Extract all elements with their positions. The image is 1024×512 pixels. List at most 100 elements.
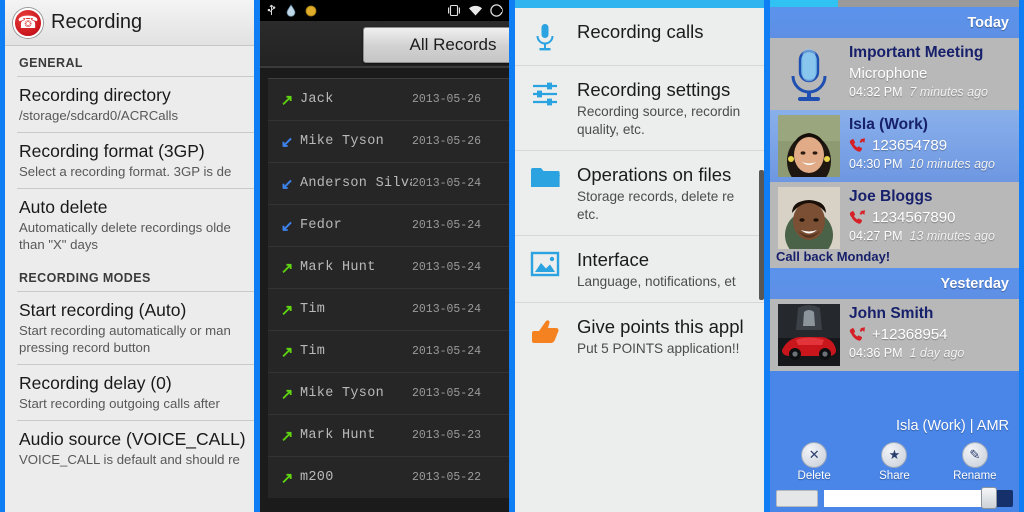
delete-label: Delete — [797, 470, 831, 482]
panel-records-dark: All Records ↗ Jack 2013-05-26 ↙ Mike Tys… — [260, 0, 509, 512]
call-out-icon: ↗ — [280, 301, 294, 319]
call-source: Microphone — [849, 63, 988, 84]
list-item[interactable]: Isla (Work) 123654789 04:30 PM 10 minute… — [770, 110, 1019, 182]
menu-item-title: Operations on files — [577, 164, 732, 185]
record-date: 2013-05-24 — [412, 219, 482, 232]
call-out-icon: ↗ — [280, 427, 294, 445]
menu-item-recording-settings[interactable]: Recording settings Recording source, rec… — [515, 65, 764, 150]
now-playing-label: Isla (Work) | AMR — [895, 418, 1009, 434]
pref-summary: Start recording outgoing calls after — [19, 396, 220, 411]
pref-recording-format[interactable]: Recording format (3GP) Select a recordin… — [5, 133, 254, 188]
pref-summary: Select a recording format. 3GP is de — [19, 164, 232, 179]
call-relative-time: 7 minutes ago — [909, 85, 988, 99]
menu-item-summary: Put 5 POINTS application!! — [577, 341, 740, 356]
section-header-recording-modes: RECORDING MODES — [19, 271, 151, 285]
pref-summary: /storage/sdcard0/ACRCalls — [19, 108, 179, 123]
microphone-avatar — [778, 43, 840, 105]
table-row[interactable]: ↗ Jack 2013-05-26 — [268, 78, 509, 120]
car-photo — [778, 304, 840, 366]
call-out-icon: ↗ — [280, 343, 294, 361]
pref-auto-delete[interactable]: Auto delete Automatically delete recordi… — [5, 189, 254, 261]
record-date: 2013-05-26 — [412, 135, 482, 148]
call-out-icon: ↗ — [280, 469, 294, 487]
call-relative-time: 10 minutes ago — [909, 157, 995, 171]
menu-item-title: Interface — [577, 249, 649, 270]
share-button[interactable]: ★ Share — [859, 442, 929, 482]
table-row[interactable]: ↗ Mark Hunt 2013-05-23 — [268, 414, 509, 456]
call-clock: 04:27 PM — [849, 229, 903, 243]
table-row[interactable]: ↙ Fedor 2013-05-24 — [268, 204, 509, 246]
menu-item-interface[interactable]: Interface Language, notifications, et — [515, 235, 764, 302]
call-name: John Smith — [849, 305, 934, 322]
call-clock: 04:36 PM — [849, 346, 903, 360]
man-photo — [778, 187, 840, 249]
call-clock: 04:30 PM — [849, 157, 903, 171]
table-row[interactable]: ↗ Mike Tyson 2013-05-24 — [268, 372, 509, 414]
seek-knob[interactable] — [980, 487, 997, 509]
call-time: 04:36 PM 1 day ago — [849, 345, 964, 362]
call-info: Important Meeting Microphone 04:32 PM 7 … — [849, 43, 988, 105]
scrollbar-thumb[interactable] — [759, 170, 764, 300]
seek-slider[interactable] — [824, 487, 1013, 509]
menu-item-summary: Storage records, delete re — [577, 189, 735, 204]
menu-item-recording-calls[interactable]: Recording calls — [515, 8, 764, 65]
battery-icon — [490, 4, 503, 17]
list-item[interactable]: Important Meeting Microphone 04:32 PM 7 … — [770, 38, 1019, 110]
pref-audio-source[interactable]: Audio source (VOICE_CALL) VOICE_CALL is … — [5, 421, 254, 476]
table-row[interactable]: ↙ Anderson Silva 2013-05-24 — [268, 162, 509, 204]
pref-title: Start recording (Auto) — [19, 300, 187, 320]
record-name: Anderson Silva — [300, 176, 412, 191]
record-name: Mike Tyson — [300, 386, 385, 401]
call-number-row: 123654789 — [849, 135, 995, 156]
menu-item-give-points[interactable]: Give points this appl Put 5 POINTS appli… — [515, 302, 764, 369]
section-header-general: GENERAL — [19, 56, 83, 70]
call-number-row: 1234567890 — [849, 207, 995, 228]
table-row[interactable]: ↗ Tim 2013-05-24 — [268, 330, 509, 372]
pref-recording-delay[interactable]: Recording delay (0) Start recording outg… — [5, 365, 254, 420]
player-seek-area — [770, 486, 1019, 512]
records-action-bar: All Records — [260, 21, 509, 68]
table-row[interactable]: ↗ Mark Hunt 2013-05-24 — [268, 246, 509, 288]
record-date: 2013-05-23 — [412, 429, 482, 442]
list-item[interactable]: John Smith +12368954 04:36 PM 1 day ago — [770, 299, 1019, 371]
incoming-call-icon — [849, 327, 866, 342]
tab-all-records[interactable]: All Records — [363, 27, 509, 63]
record-name: Tim — [300, 344, 326, 359]
menu-item-operations-on-files[interactable]: Operations on files Storage records, del… — [515, 150, 764, 235]
pref-summary: Automatically delete recordings olde — [19, 220, 231, 235]
call-note-wrap: Call back Monday! — [770, 249, 1019, 268]
seek-fill — [824, 490, 987, 507]
call-clock: 04:32 PM — [849, 85, 903, 99]
progress-fill — [770, 0, 838, 7]
table-row[interactable]: ↙ Mike Tyson 2013-05-26 — [268, 120, 509, 162]
pref-summary: VOICE_CALL is default and should re — [19, 452, 240, 467]
incoming-call-icon — [849, 210, 866, 225]
call-time: 04:27 PM 13 minutes ago — [849, 228, 995, 245]
menu-item-summary: Recording source, recordin — [577, 104, 741, 119]
table-row[interactable]: ↗ m200 2013-05-22 — [268, 456, 509, 498]
record-date: 2013-05-24 — [412, 261, 482, 274]
call-relative-time: 13 minutes ago — [909, 229, 995, 243]
close-icon: ✕ — [801, 442, 828, 468]
record-name: Mike Tyson — [300, 134, 385, 149]
vibrate-icon — [447, 4, 461, 17]
rename-button[interactable]: ✎ Rename — [940, 442, 1010, 482]
app-titlebar: Recording — [5, 0, 254, 46]
pref-start-recording[interactable]: Start recording (Auto) Start recording a… — [5, 292, 254, 364]
rename-icon: ✎ — [961, 442, 988, 468]
call-source-text: Microphone — [849, 65, 928, 82]
play-pause-button[interactable] — [776, 490, 818, 507]
panel-call-list-blue: Today Important Meeting Microphone 04:32… — [770, 0, 1019, 512]
list-item[interactable]: Joe Bloggs 1234567890 04:27 PM 13 minute… — [770, 182, 1019, 249]
date-header-today: Today — [770, 7, 1019, 38]
menu-item-text: Interface Language, notifications, et — [577, 248, 736, 290]
panel-main-menu: Recording calls Recording settings Recor… — [515, 0, 764, 512]
call-info: Isla (Work) 123654789 04:30 PM 10 minute… — [849, 115, 995, 177]
playback-progress-bar[interactable] — [770, 0, 1019, 7]
call-note: Call back Monday! — [776, 249, 891, 264]
pref-recording-directory[interactable]: Recording directory /storage/sdcard0/ACR… — [5, 77, 254, 132]
record-name: Mark Hunt — [300, 428, 376, 443]
delete-button[interactable]: ✕ Delete — [779, 442, 849, 482]
table-row[interactable]: ↗ Tim 2013-05-24 — [268, 288, 509, 330]
thumbs-up-icon — [525, 315, 565, 346]
